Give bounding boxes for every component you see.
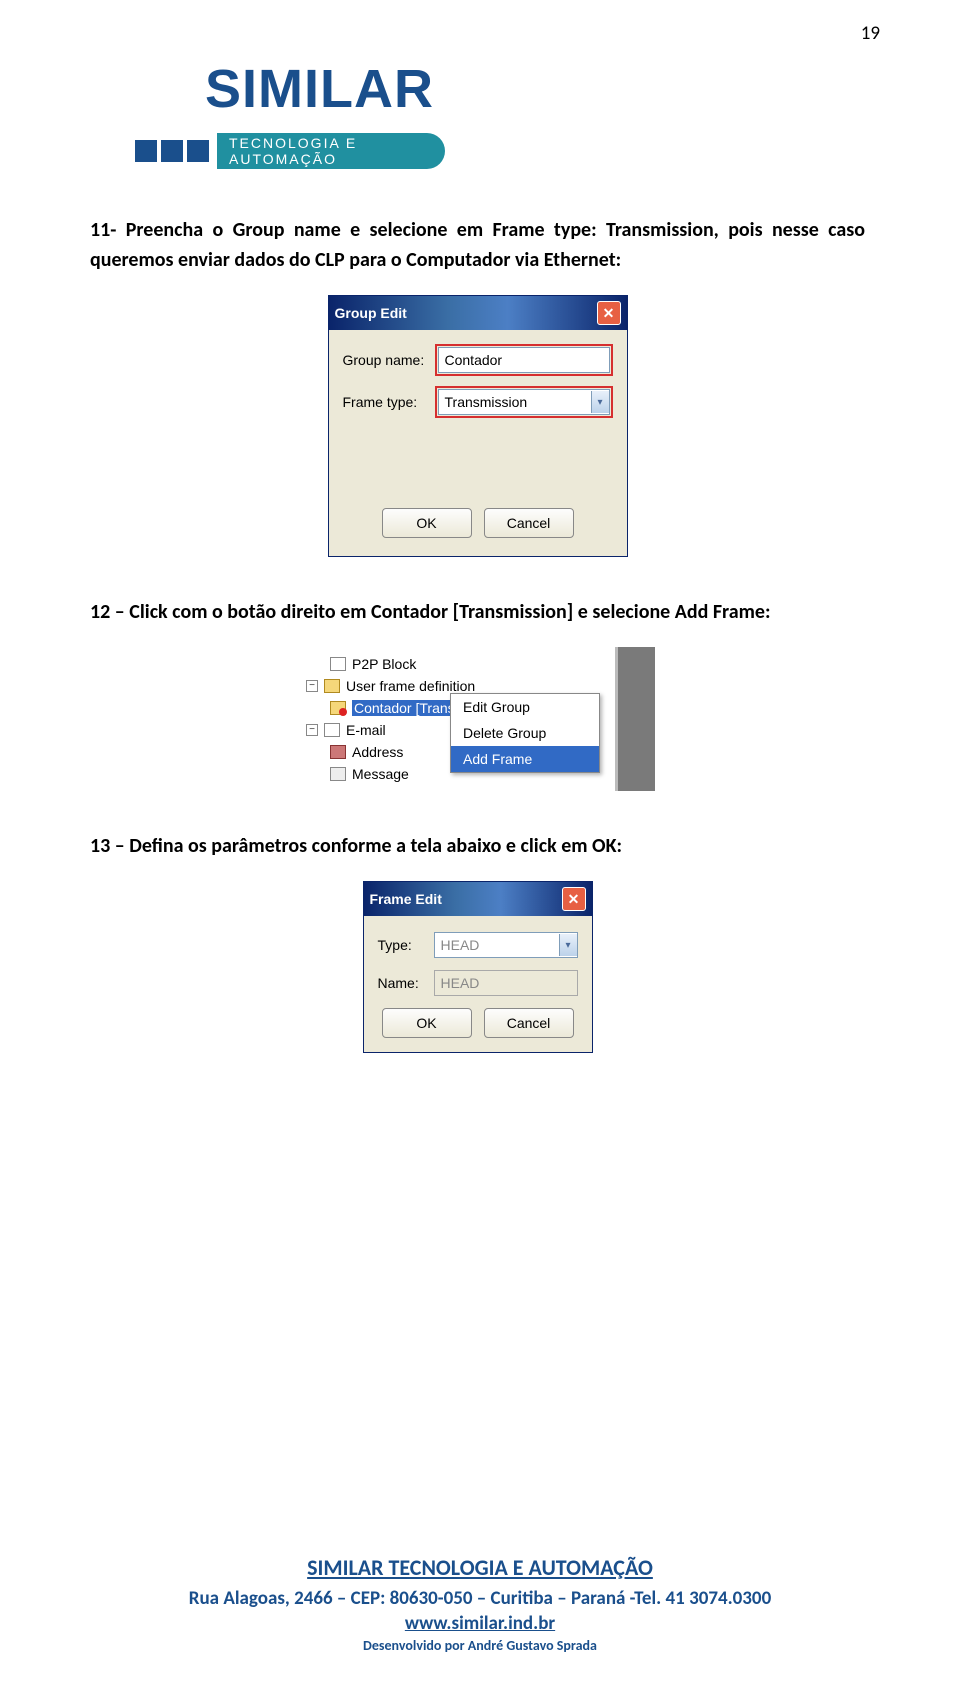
group-name-highlight [435, 344, 613, 376]
group-edit-dialog: Group Edit ✕ Group name: Frame type: Tra… [328, 295, 628, 557]
footer-address: Rua Alagoas, 2466 – CEP: 80630-050 – Cur… [0, 1587, 960, 1610]
mail-icon [324, 723, 340, 737]
name-label: Name: [378, 975, 434, 991]
collapse-icon[interactable]: − [306, 680, 318, 692]
folder-open-icon [330, 701, 346, 715]
footer-url[interactable]: www.similar.ind.br [0, 1612, 960, 1635]
step-12-text: 12 – Click com o botão direito em Contad… [90, 597, 865, 627]
folder-icon [324, 679, 340, 693]
menu-add-frame[interactable]: Add Frame [451, 746, 599, 772]
tree-item-p2p-block[interactable]: P2P Block [306, 653, 649, 675]
group-name-label: Group name: [343, 352, 435, 368]
ok-button[interactable]: OK [382, 1008, 472, 1038]
ok-button[interactable]: OK [382, 508, 472, 538]
step-11-text: 11- Preencha o Group name e selecione em… [90, 215, 865, 275]
page-number: 19 [861, 22, 880, 45]
brand-name: SIMILAR [205, 58, 434, 120]
tree-label: Address [352, 744, 403, 760]
menu-delete-group[interactable]: Delete Group [451, 720, 599, 746]
step-13-text: 13 – Defina os parâmetros conforme a tel… [90, 831, 865, 861]
logo-squares-icon [135, 140, 209, 162]
page-content: 11- Preencha o Group name e selecione em… [90, 215, 865, 1053]
footer-developer: Desenvolvido por André Gustavo Sprada [0, 1637, 960, 1654]
chevron-down-icon: ▾ [591, 391, 609, 413]
document-icon [330, 657, 346, 671]
chevron-down-icon: ▾ [559, 934, 577, 956]
tree-label: Message [352, 766, 409, 782]
type-select[interactable]: HEAD ▾ [434, 932, 578, 958]
context-menu: Edit Group Delete Group Add Frame [450, 693, 600, 773]
frame-type-select[interactable]: Transmission ▾ [438, 389, 610, 415]
close-button[interactable]: ✕ [562, 887, 586, 911]
dialog-title: Group Edit [335, 305, 407, 321]
menu-edit-group[interactable]: Edit Group [451, 694, 599, 720]
frame-edit-dialog: Frame Edit ✕ Type: HEAD ▾ Name: HEAD OK … [363, 881, 593, 1053]
tree-label: E-mail [346, 722, 386, 738]
frame-type-label: Frame type: [343, 394, 435, 410]
close-button[interactable]: ✕ [597, 301, 621, 325]
book-icon [330, 745, 346, 759]
frame-type-value: Transmission [445, 394, 528, 410]
tree-panel: P2P Block − User frame definition Contad… [300, 647, 655, 791]
cancel-button[interactable]: Cancel [484, 508, 574, 538]
brand-logo: SIMILAR TECNOLOGIA E AUTOMAÇÃO [135, 50, 495, 173]
name-input-disabled: HEAD [434, 970, 578, 996]
cancel-button[interactable]: Cancel [484, 1008, 574, 1038]
tree-label: P2P Block [352, 656, 416, 672]
brand-tagline: TECNOLOGIA E AUTOMAÇÃO [229, 135, 445, 167]
panel-divider [615, 647, 655, 791]
close-icon: ✕ [603, 305, 615, 322]
dialog-title: Frame Edit [370, 891, 442, 907]
dialog-titlebar: Frame Edit ✕ [364, 882, 592, 916]
type-label: Type: [378, 937, 434, 953]
pen-icon [330, 767, 346, 781]
group-name-input[interactable] [438, 347, 610, 373]
page-footer: SIMILAR TECNOLOGIA E AUTOMAÇÃO Rua Alago… [0, 1554, 960, 1654]
frame-type-highlight: Transmission ▾ [435, 386, 613, 418]
collapse-icon[interactable]: − [306, 724, 318, 736]
footer-title: SIMILAR TECNOLOGIA E AUTOMAÇÃO [0, 1554, 960, 1581]
tree-label: User frame definition [346, 678, 475, 694]
close-icon: ✕ [568, 891, 580, 908]
type-value: HEAD [441, 937, 480, 953]
dialog-titlebar: Group Edit ✕ [329, 296, 627, 330]
